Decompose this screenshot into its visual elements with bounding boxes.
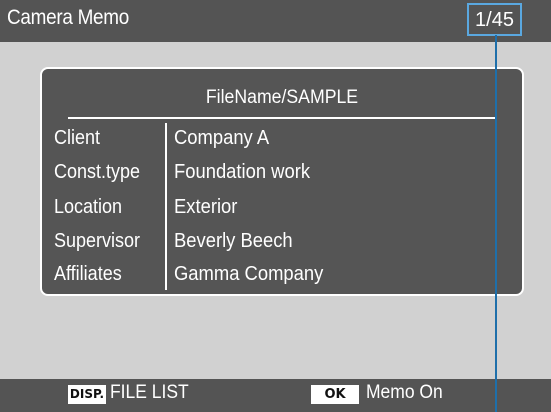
memo-row-label: Location <box>54 196 123 218</box>
memo-on-label: Memo On <box>366 382 443 403</box>
memo-row-value: Gamma Company <box>174 263 324 285</box>
filename-divider <box>68 117 495 119</box>
memo-panel: FileName/SAMPLE Client Company A Const.t… <box>40 67 524 296</box>
camera-memo-screen: Camera Memo 1/45 FileName/SAMPLE Client … <box>0 0 551 412</box>
callout-line <box>495 35 497 412</box>
memo-counter: 1/45 <box>467 3 522 36</box>
memo-row-value: Foundation work <box>174 161 311 183</box>
memo-filename: FileName/SAMPLE <box>205 87 359 108</box>
memo-row-label: Const.type <box>54 161 141 183</box>
memo-row-value: Company A <box>174 127 270 149</box>
memo-row-label: Affiliates <box>54 263 122 285</box>
bottom-bar: DISP. FILE LIST OK Memo On <box>0 379 551 412</box>
ok-button[interactable]: OK <box>311 385 359 404</box>
memo-row-value: Exterior <box>174 196 238 218</box>
memo-row-label: Client <box>54 127 101 149</box>
screen-title: Camera Memo <box>7 6 130 29</box>
title-bar: Camera Memo 1/45 <box>0 0 551 42</box>
disp-button[interactable]: DISP. <box>68 385 106 404</box>
memo-row-value: Beverly Beech <box>174 230 293 252</box>
memo-row-label: Supervisor <box>54 230 141 252</box>
file-list-label: FILE LIST <box>110 382 189 403</box>
column-divider <box>165 123 167 290</box>
